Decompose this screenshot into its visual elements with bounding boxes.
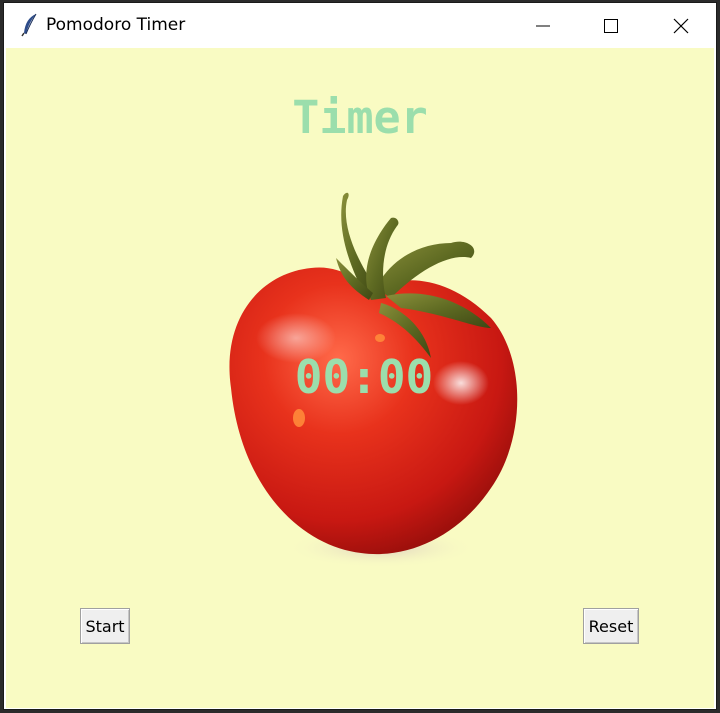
- reset-button[interactable]: Reset: [583, 608, 639, 644]
- minimize-icon: [536, 25, 550, 26]
- window-title: Pomodoro Timer: [46, 15, 186, 35]
- minimize-button[interactable]: [508, 3, 578, 48]
- app-window: Pomodoro Timer Timer 00:00 Start Reset: [4, 3, 716, 709]
- timer-heading: Timer: [292, 91, 428, 144]
- timer-canvas: Timer 00:00 Start Reset: [6, 48, 714, 708]
- maximize-button[interactable]: [576, 3, 646, 48]
- title-bar[interactable]: Pomodoro Timer: [4, 3, 716, 48]
- countdown-display: 00:00: [294, 350, 434, 404]
- maximize-icon: [604, 18, 618, 33]
- close-icon: [673, 18, 689, 33]
- start-button[interactable]: Start: [80, 608, 130, 644]
- close-button[interactable]: [646, 3, 716, 48]
- feather-icon: [21, 13, 39, 37]
